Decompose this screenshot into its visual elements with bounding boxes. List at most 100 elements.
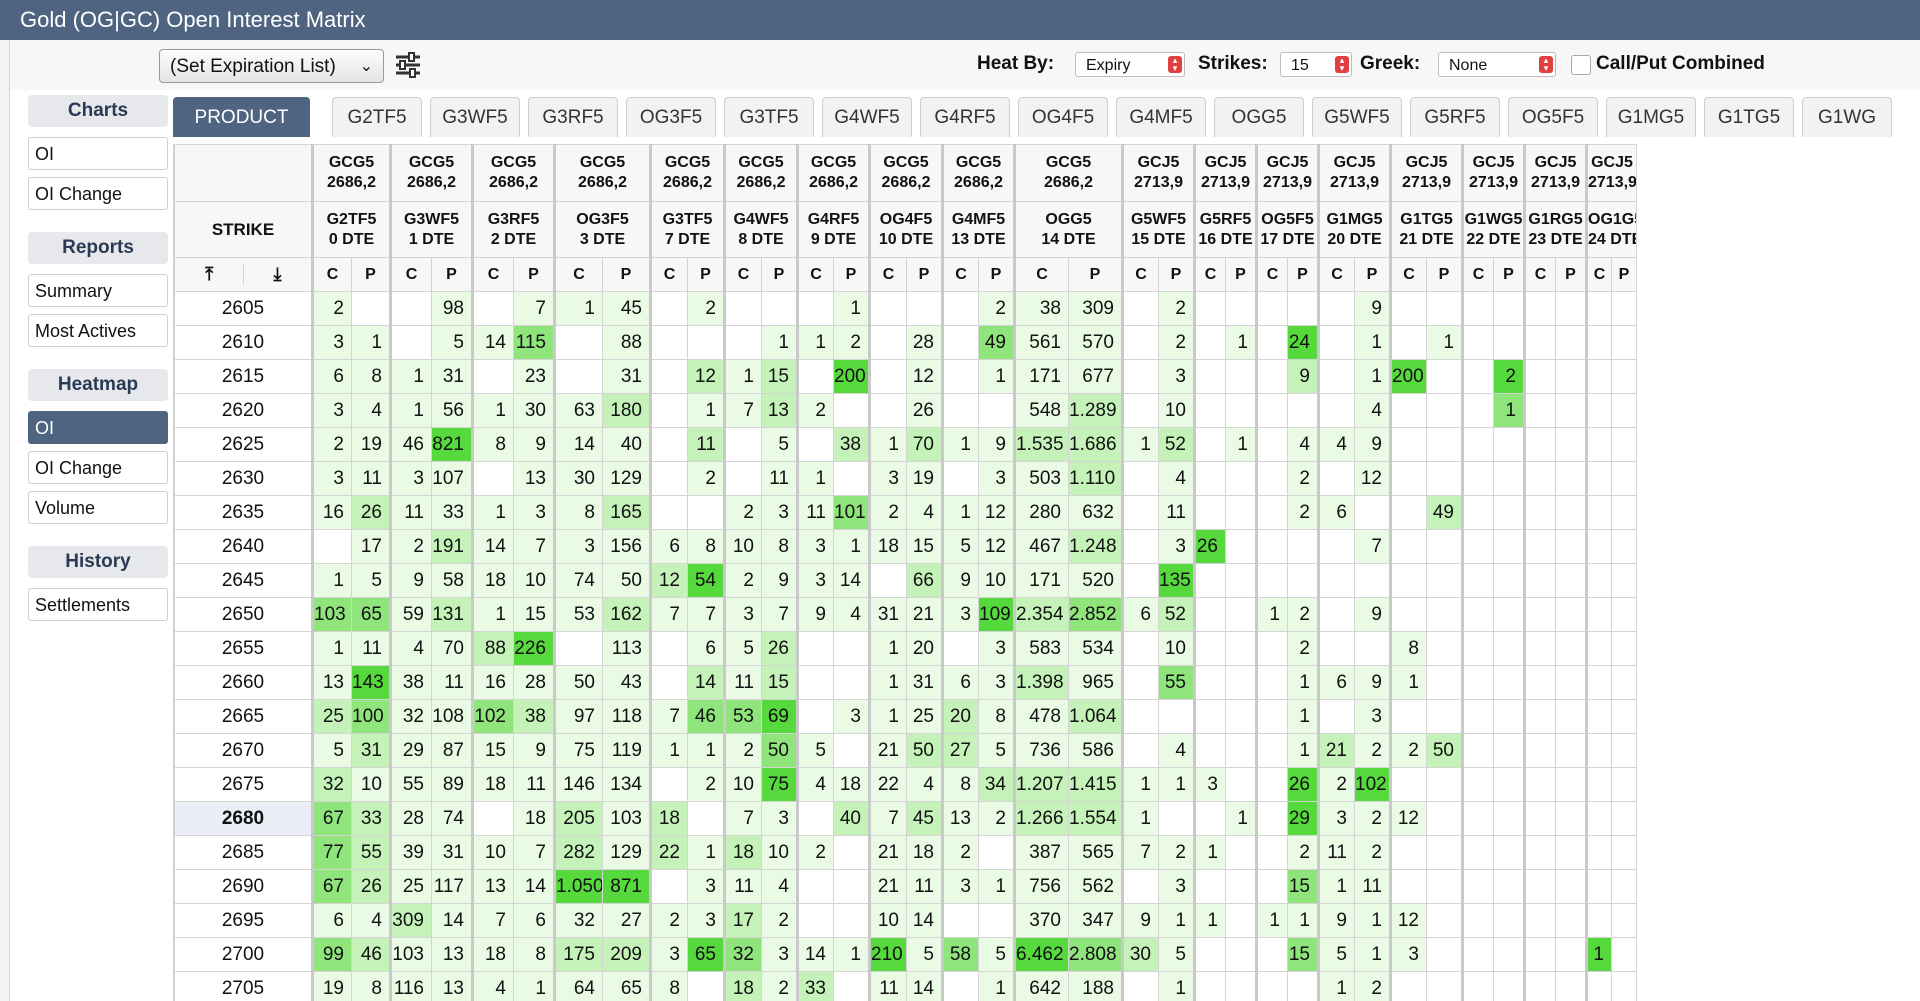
greek-select[interactable]: None ▴ ▾ — [1438, 52, 1556, 77]
underlying-symbol: GCG5 — [579, 154, 626, 171]
nav-reports-most-actives[interactable]: Most Actives — [28, 314, 168, 347]
strikes-select[interactable]: 15 ▴ ▾ — [1280, 52, 1352, 77]
call-oi-cell: 19 — [311, 971, 352, 1001]
tab-ogg5[interactable]: OGG5 — [1214, 97, 1304, 137]
call-oi-cell: 1 — [553, 291, 603, 326]
nav-charts-oi-change[interactable]: OI Change — [28, 177, 168, 210]
nav-history-settlements[interactable]: Settlements — [28, 588, 168, 621]
call-oi-cell — [1461, 631, 1494, 666]
nav-heatmap-oi[interactable]: OI — [28, 411, 168, 444]
nav-heatmap-oi-change[interactable]: OI Change — [28, 451, 168, 484]
put-oi-cell: 38 — [833, 427, 870, 462]
option-header[interactable]: G3RF5 2 DTE — [471, 201, 555, 258]
option-header[interactable]: G5RF5 16 DTE — [1193, 201, 1257, 258]
call-oi-cell: 2 — [1389, 733, 1427, 768]
option-header[interactable]: OG3F5 3 DTE — [553, 201, 651, 258]
put-oi-cell — [833, 903, 870, 938]
put-oi-cell: 24 — [1287, 325, 1319, 360]
tab-g5wf5[interactable]: G5WF5 — [1312, 97, 1402, 137]
put-oi-cell: 9 — [1287, 359, 1319, 394]
call-put-combined-checkbox[interactable] — [1571, 55, 1591, 75]
call-oi-cell: 171 — [1013, 359, 1069, 394]
option-header[interactable]: OG4F5 10 DTE — [868, 201, 943, 258]
tab-g1tg5[interactable]: G1TG5 — [1704, 97, 1794, 137]
tab-g4wf5[interactable]: G4WF5 — [822, 97, 912, 137]
put-oi-cell: 31 — [602, 359, 651, 394]
call-oi-cell — [1255, 529, 1288, 564]
call-oi-cell — [389, 325, 432, 360]
heat-by-select[interactable]: Expiry ▴ ▾ — [1075, 52, 1185, 77]
filter-settings-icon[interactable] — [393, 50, 423, 80]
call-oi-cell — [796, 903, 834, 938]
tab-g1wg[interactable]: G1WG — [1802, 97, 1892, 137]
expiration-list-select[interactable]: (Set Expiration List) ⌄ — [159, 49, 384, 83]
tab-g1mg5[interactable]: G1MG5 — [1606, 97, 1696, 137]
put-oi-cell — [1611, 937, 1637, 972]
tab-og4f5[interactable]: OG4F5 — [1018, 97, 1108, 137]
days-to-expiry: 1 DTE — [408, 230, 455, 248]
matrix-row: 2650 103 65 59 131 1 15 53 162 7 7 3 7 9 4 31 21 3 109 2.35… — [174, 597, 1637, 632]
call-oi-cell — [1193, 427, 1226, 462]
nav-charts-oi[interactable]: OI — [28, 137, 168, 170]
option-header[interactable]: G5WF5 15 DTE — [1121, 201, 1195, 258]
option-header[interactable]: G1WG5 22 DTE — [1461, 201, 1525, 258]
put-oi-cell: 3 — [761, 937, 798, 972]
tab-g3rf5[interactable]: G3RF5 — [528, 97, 618, 137]
call-oi-cell: 8 — [649, 971, 688, 1001]
option-header[interactable]: G1TG5 21 DTE — [1389, 201, 1463, 258]
call-oi-cell — [471, 801, 514, 836]
call-oi-cell — [1317, 563, 1355, 598]
call-header: C — [1121, 257, 1159, 292]
put-oi-cell — [1158, 699, 1195, 734]
put-oi-cell: 75 — [761, 767, 798, 802]
put-oi-cell — [1555, 767, 1587, 802]
call-oi-cell: 736 — [1013, 733, 1069, 768]
put-oi-cell: 11 — [351, 461, 391, 496]
option-header[interactable]: G3WF5 1 DTE — [389, 201, 473, 258]
put-oi-cell — [1611, 835, 1637, 870]
call-oi-cell — [796, 699, 834, 734]
call-header: C — [1461, 257, 1494, 292]
option-header[interactable]: OGG5 14 DTE — [1013, 201, 1123, 258]
tab-g3wf5[interactable]: G3WF5 — [430, 97, 520, 137]
tab-og5f5[interactable]: OG5F5 — [1508, 97, 1598, 137]
call-oi-cell: 1 — [1121, 427, 1159, 462]
option-header[interactable]: G4RF5 9 DTE — [796, 201, 870, 258]
option-header[interactable]: G4MF5 13 DTE — [941, 201, 1015, 258]
tab-product-og[interactable]: PRODUCT (OG) — [173, 97, 310, 137]
scroll-to-top-icon[interactable]: ⤒ — [176, 264, 244, 285]
put-oi-cell: 15 — [1287, 869, 1319, 904]
put-oi-cell: 8 — [978, 699, 1015, 734]
call-oi-cell — [868, 359, 907, 394]
put-oi-cell: 14 — [906, 903, 943, 938]
tab-g5rf5[interactable]: G5RF5 — [1410, 97, 1500, 137]
tab-g2tf5[interactable]: G2TF5 — [332, 97, 422, 137]
nav-section-history: History — [28, 546, 168, 578]
call-oi-cell — [1255, 869, 1288, 904]
option-header[interactable]: G1RG5 23 DTE — [1523, 201, 1587, 258]
put-oi-cell: 4 — [1354, 393, 1391, 428]
call-oi-cell: 2 — [941, 835, 979, 870]
option-header[interactable]: OG1G5 24 DTE — [1585, 201, 1637, 258]
tab-g3tf5[interactable]: G3TF5 — [724, 97, 814, 137]
option-header[interactable]: G2TF5 0 DTE — [311, 201, 391, 258]
tab-g4mf5[interactable]: G4MF5 — [1116, 97, 1206, 137]
tab-g4rf5[interactable]: G4RF5 — [920, 97, 1010, 137]
tab-og3f5[interactable]: OG3F5 — [626, 97, 716, 137]
put-header: P — [431, 257, 473, 292]
matrix-body: 2605 2 98 7 1 45 2 1 2 38 309 2 9 2610 3 1 5 14 115 88 1 1 2 28… — [174, 291, 1637, 1001]
scroll-to-bottom-icon[interactable]: ⤓ — [243, 264, 311, 285]
option-header[interactable]: OG5F5 17 DTE — [1255, 201, 1319, 258]
call-oi-cell: 1 — [1389, 665, 1427, 700]
put-oi-cell: 13 — [431, 937, 473, 972]
put-oi-cell — [1555, 563, 1587, 598]
nav-heatmap-volume[interactable]: Volume — [28, 491, 168, 524]
put-oi-cell: 15 — [761, 359, 798, 394]
option-header[interactable]: G4WF5 8 DTE — [723, 201, 798, 258]
call-oi-cell: 20 — [941, 699, 979, 734]
put-oi-cell: 15 — [761, 665, 798, 700]
nav-reports-summary[interactable]: Summary — [28, 274, 168, 307]
call-oi-cell — [1523, 461, 1556, 496]
option-header[interactable]: G1MG5 20 DTE — [1317, 201, 1391, 258]
option-header[interactable]: G3TF5 7 DTE — [649, 201, 725, 258]
